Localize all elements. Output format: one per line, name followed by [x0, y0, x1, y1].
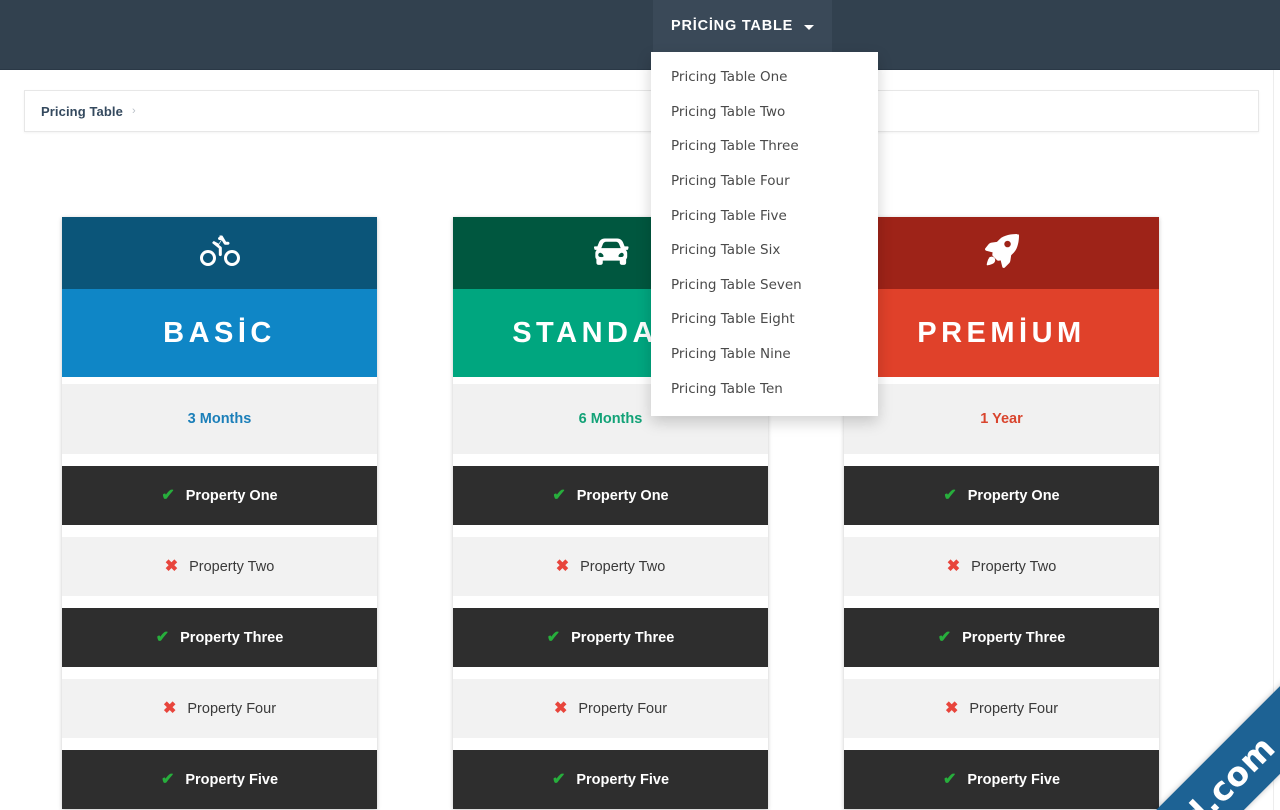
- feature-label: Property Three: [571, 629, 675, 646]
- rocket-icon: [982, 233, 1022, 273]
- cross-icon: ✖: [946, 557, 961, 575]
- feature-label: Property One: [967, 487, 1060, 504]
- nav-item-label: PRİCİNG TABLE: [671, 18, 794, 34]
- check-icon: ✔: [937, 628, 952, 646]
- feature-label: Property Five: [185, 771, 279, 788]
- feature-row: ✔ Property Three: [453, 608, 768, 667]
- feature-row: ✔ Property Three: [844, 608, 1159, 667]
- card-icon-band: [62, 217, 377, 289]
- feature-row: ✔ Property Three: [62, 608, 377, 667]
- card-title: PREMİUM: [917, 316, 1086, 349]
- pricing-table-grid: BASİC 3 Months ✔ Property One ✖ Property Two ✔…: [62, 217, 1159, 809]
- bicycle-icon: [199, 234, 240, 273]
- card-icon-band: [844, 217, 1159, 289]
- card-title-band: PREMİUM: [844, 289, 1159, 377]
- top-navbar: PRİCİNG TABLE: [0, 0, 1280, 70]
- check-icon: ✔: [160, 770, 175, 788]
- dropdown-item-pricing-table-ten[interactable]: Pricing Table Ten: [651, 371, 878, 406]
- feature-row: ✖ Property Four: [844, 679, 1159, 738]
- check-icon: ✔: [943, 486, 957, 504]
- feature-label: Property Two: [189, 558, 275, 575]
- cross-icon: ✖: [555, 557, 570, 575]
- feature-label: Property Three: [962, 629, 1066, 646]
- check-icon: ✔: [155, 628, 170, 646]
- feature-label: Property One: [185, 487, 278, 504]
- feature-row: ✖ Property Four: [453, 679, 768, 738]
- dropdown-item-pricing-table-three[interactable]: Pricing Table Three: [651, 129, 878, 164]
- nav-item-pricing-table[interactable]: PRİCİNG TABLE: [653, 0, 833, 52]
- feature-label: Property Two: [971, 558, 1057, 575]
- pricing-card: PREMİUM 1 Year ✔ Property One ✖ Property Two ✔…: [844, 217, 1159, 809]
- check-icon: ✔: [552, 486, 566, 504]
- car-icon: [591, 234, 631, 273]
- feature-row: ✔ Property Five: [453, 750, 768, 809]
- breadcrumb-separator-icon: ›: [131, 105, 136, 117]
- dropdown-item-pricing-table-one[interactable]: Pricing Table One: [651, 60, 878, 95]
- feature-row: ✔ Property One: [453, 466, 768, 525]
- card-price-label: 3 Months: [62, 384, 377, 454]
- card-price-label: 1 Year: [844, 384, 1159, 454]
- feature-row: ✖ Property Four: [62, 679, 377, 738]
- dropdown-item-pricing-table-four[interactable]: Pricing Table Four: [651, 164, 878, 199]
- feature-row: ✔ Property Five: [844, 750, 1159, 809]
- pricing-card: BASİC 3 Months ✔ Property One ✖ Property Two ✔…: [62, 217, 377, 809]
- feature-row: ✖ Property Two: [844, 537, 1159, 596]
- dropdown-item-pricing-table-nine[interactable]: Pricing Table Nine: [651, 337, 878, 372]
- feature-row: ✔ Property Five: [62, 750, 377, 809]
- cross-icon: ✖: [162, 699, 177, 717]
- feature-label: Property One: [576, 487, 669, 504]
- feature-row: ✖ Property Two: [62, 537, 377, 596]
- feature-row: ✔ Property One: [844, 466, 1159, 525]
- cross-icon: ✖: [553, 699, 568, 717]
- check-icon: ✔: [942, 770, 957, 788]
- feature-label: Property Three: [180, 629, 284, 646]
- breadcrumb: Pricing Table ›: [24, 90, 1259, 132]
- dropdown-item-pricing-table-seven[interactable]: Pricing Table Seven: [651, 268, 878, 303]
- chevron-down-icon: [804, 24, 815, 30]
- dropdown-item-pricing-table-five[interactable]: Pricing Table Five: [651, 198, 878, 233]
- feature-label: Property Four: [969, 700, 1059, 717]
- feature-label: Property Two: [580, 558, 666, 575]
- dropdown-item-pricing-table-six[interactable]: Pricing Table Six: [651, 233, 878, 268]
- pricing-table-dropdown-menu[interactable]: Pricing Table One Pricing Table Two Pric…: [651, 52, 878, 416]
- check-icon: ✔: [546, 628, 561, 646]
- feature-row: ✖ Property Two: [453, 537, 768, 596]
- feature-label: Property Five: [967, 771, 1061, 788]
- cross-icon: ✖: [944, 699, 959, 717]
- feature-label: Property Five: [576, 771, 670, 788]
- page-root: PRİCİNG TABLE Pricing Table One Pricing …: [0, 0, 1280, 810]
- card-title: BASİC: [163, 316, 276, 349]
- feature-row: ✔ Property One: [62, 466, 377, 525]
- breadcrumb-item-pricing-table[interactable]: Pricing Table: [41, 104, 123, 119]
- cross-icon: ✖: [164, 557, 179, 575]
- check-icon: ✔: [161, 486, 175, 504]
- feature-label: Property Four: [578, 700, 668, 717]
- card-title-band: BASİC: [62, 289, 377, 377]
- check-icon: ✔: [551, 770, 566, 788]
- dropdown-item-pricing-table-eight[interactable]: Pricing Table Eight: [651, 302, 878, 337]
- feature-label: Property Four: [187, 700, 277, 717]
- dropdown-item-pricing-table-two[interactable]: Pricing Table Two: [651, 95, 878, 130]
